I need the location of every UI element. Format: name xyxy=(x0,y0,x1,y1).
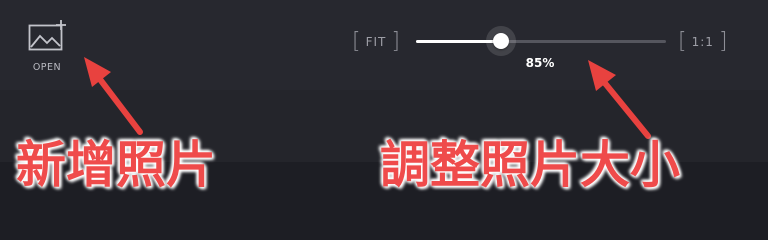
bracket-right: ] xyxy=(391,29,400,54)
bracket-right: ] xyxy=(718,29,728,54)
bracket-left: [ xyxy=(352,29,361,54)
image-add-icon xyxy=(28,20,66,51)
zoom-slider[interactable] xyxy=(416,26,666,56)
caption-resize-photo: 調整照片大小 xyxy=(380,136,680,194)
zoom-readout: 85% xyxy=(525,56,555,70)
slider-thumb[interactable] xyxy=(493,33,509,49)
actual-size-label: 1:1 xyxy=(691,35,714,49)
open-button[interactable]: OPEN xyxy=(22,14,72,80)
actual-size-button[interactable]: [ 1:1 ] xyxy=(678,30,728,54)
open-label: OPEN xyxy=(32,62,62,73)
fit-label: FIT xyxy=(365,35,387,49)
fit-button[interactable]: [ FIT ] xyxy=(352,30,400,54)
caption-add-photo: 新增照片 xyxy=(16,136,216,194)
bracket-left: [ xyxy=(678,29,687,54)
